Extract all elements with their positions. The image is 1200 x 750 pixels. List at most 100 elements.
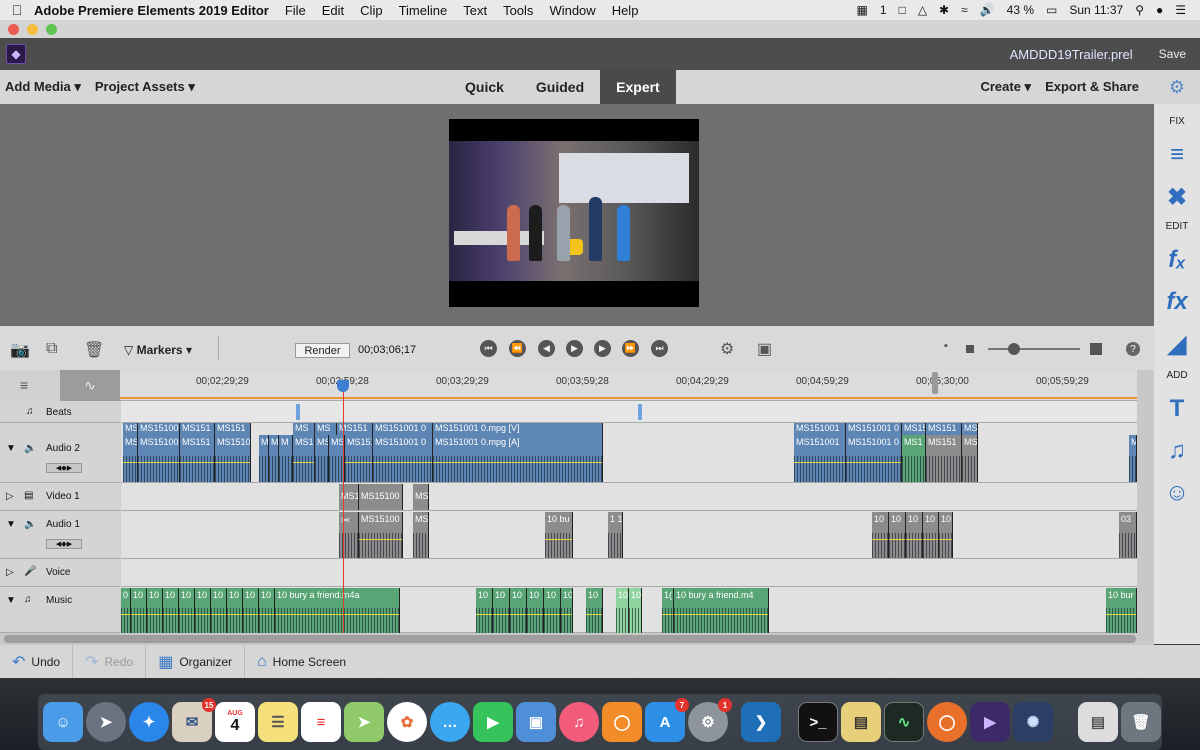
camera-icon[interactable]: 📷 [10,340,30,360]
clip[interactable]: MS151001 0 [846,435,902,482]
clip[interactable]: 03 [1119,512,1137,558]
photos-icon[interactable]: ✿ [387,702,427,742]
wifi-icon[interactable]: ≈ [961,3,968,17]
frame-back-icon[interactable]: ◀ [538,340,555,357]
title-text-icon[interactable]: T [1163,395,1191,423]
ruler-handle[interactable] [932,372,938,394]
bluetooth-icon[interactable]: ✱ [939,3,949,17]
organizer-button[interactable]: ▦ Organizer [146,645,245,678]
screen-icon[interactable]: □ [899,3,906,17]
clip[interactable]: MS [123,435,138,482]
clip[interactable]: MS [123,423,138,435]
add-media-button[interactable]: Add Media ▾ [5,79,81,95]
clip[interactable]: MS151001 0.mpg [V] [433,423,603,435]
clip[interactable]: M [1129,435,1137,482]
clip[interactable]: 10 [195,588,211,633]
home-screen-button[interactable]: ⌂ Home Screen [245,645,358,678]
siri-icon[interactable]: ● [1156,3,1163,17]
clip[interactable]: MS [962,435,978,482]
undo-button[interactable]: ↶ Undo [0,645,74,678]
track-options-icon[interactable]: ≡ [20,377,28,393]
music-note-icon[interactable]: ♫ [24,594,32,605]
clip[interactable]: MS [315,423,337,435]
clip[interactable]: 10 [872,512,889,558]
terminal-icon[interactable]: >_ [798,702,838,742]
clip[interactable]: 10 [493,588,510,633]
speaker-icon[interactable]: 🔈 [24,519,36,530]
clip[interactable]: 10 [227,588,243,633]
save-button[interactable]: Save [1159,47,1186,61]
transition-icon[interactable]: ◢ [1163,330,1191,358]
redo-button[interactable]: ↷ Redo [73,645,147,678]
clip[interactable]: 10 bur [1106,588,1137,633]
audio-waveform-icon[interactable]: ∿ [60,370,120,401]
frame-forward-icon[interactable]: ▶ [594,340,611,357]
clip[interactable]: MS151001 0 [373,435,433,482]
track-controls[interactable]: ◀◆▶ [46,463,82,473]
trash-icon[interactable]: 🗑 [1121,702,1161,742]
clip[interactable]: MS1 [293,435,315,482]
clip[interactable]: MS151 [926,435,962,482]
goto-end-icon[interactable]: ⏭ [651,340,668,357]
clip[interactable]: MS15100 [138,423,180,435]
video-preview[interactable] [449,119,699,307]
horizontal-scrollbar[interactable] [0,633,1154,645]
safari-icon[interactable]: ✦ [129,702,169,742]
resize-icon[interactable]: ⧉ [46,340,57,358]
menu-list-icon[interactable]: ☰ [1175,3,1186,17]
clip[interactable]: MS151 [345,435,373,482]
firefox-icon[interactable]: ◯ [927,702,967,742]
system-preferences-icon[interactable]: ⚙ 1 [688,698,732,742]
clip[interactable]: MS [413,512,429,558]
menu-window[interactable]: Window [549,3,595,18]
clip[interactable]: MS15100 [359,512,403,558]
premiere-elements-icon[interactable]: ▶ [970,702,1010,742]
books-icon[interactable]: ◯ [602,702,642,742]
minimize-window-icon[interactable] [27,23,38,35]
vscode-icon[interactable]: ❯ [741,702,781,742]
menu-tools[interactable]: Tools [503,3,533,18]
clip[interactable]: MS151001 0 [846,423,902,435]
clip[interactable]: MS151001 0 [373,423,433,435]
video1-lane[interactable]: MS1 MS15100 MS [121,483,1137,511]
battery-icon[interactable]: ▭ [1046,3,1057,17]
vertical-scrollbar[interactable] [1137,370,1154,633]
clip[interactable]: MS151001 [794,423,846,435]
clip[interactable]: MS151001 0.mpg [A] [433,435,603,482]
finder-icon[interactable]: ☺ [43,702,83,742]
clip[interactable]: 10 [243,588,259,633]
fx-brush-icon[interactable]: fₓ [1163,246,1191,274]
track-controls[interactable]: ◀◆▶ [46,539,82,549]
clip[interactable]: MS151 [926,423,962,435]
timecode[interactable]: 00;03;06;17 [358,344,416,356]
time-ruler[interactable]: 00;02;29;29 00;02;59;28 00;03;29;29 00;0… [120,370,1137,401]
gear-icon[interactable]: ⚙ [1154,70,1200,104]
clip[interactable]: 10 bury a friend.m4 [674,588,769,633]
clip[interactable]: MS1 [339,484,359,510]
clip[interactable]: MS15100 [359,484,403,510]
menu-clip[interactable]: Clip [360,3,382,18]
mail-icon[interactable]: ✉ 15 [172,698,216,742]
clip[interactable]: 10 [586,588,603,633]
app-store-icon[interactable]: A7 [645,698,689,742]
maps-icon[interactable]: ➤ [344,702,384,742]
clip[interactable]: MS151 [180,423,215,435]
clip[interactable]: MS [315,435,329,482]
battery-percent[interactable]: 43 % [1007,3,1034,17]
smiley-graphics-icon[interactable]: ☺ [1163,479,1191,507]
script-editor-icon[interactable]: ▦ [857,3,868,17]
clip[interactable]: 10 [616,588,629,633]
clip[interactable]: ✂ [339,512,359,558]
messages-icon[interactable]: … [430,702,470,742]
speaker-icon[interactable]: 🔈 [24,443,36,454]
clip[interactable]: 1( [662,588,674,633]
render-button[interactable]: Render [295,343,350,358]
expand-icon[interactable]: ▷ [6,567,14,578]
beat-marker[interactable] [638,404,642,420]
clip[interactable]: M [269,435,279,482]
activity-monitor-icon[interactable]: ∿ [884,702,924,742]
audio1-lane[interactable]: ✂ MS15100 MS 10 bu 1 1 10 10 10 10 10 03 [121,511,1137,559]
tools-icon[interactable]: ✖ [1163,183,1191,211]
step-forward-icon[interactable]: ⏩ [622,340,639,357]
clip[interactable]: MS151 [180,435,215,482]
